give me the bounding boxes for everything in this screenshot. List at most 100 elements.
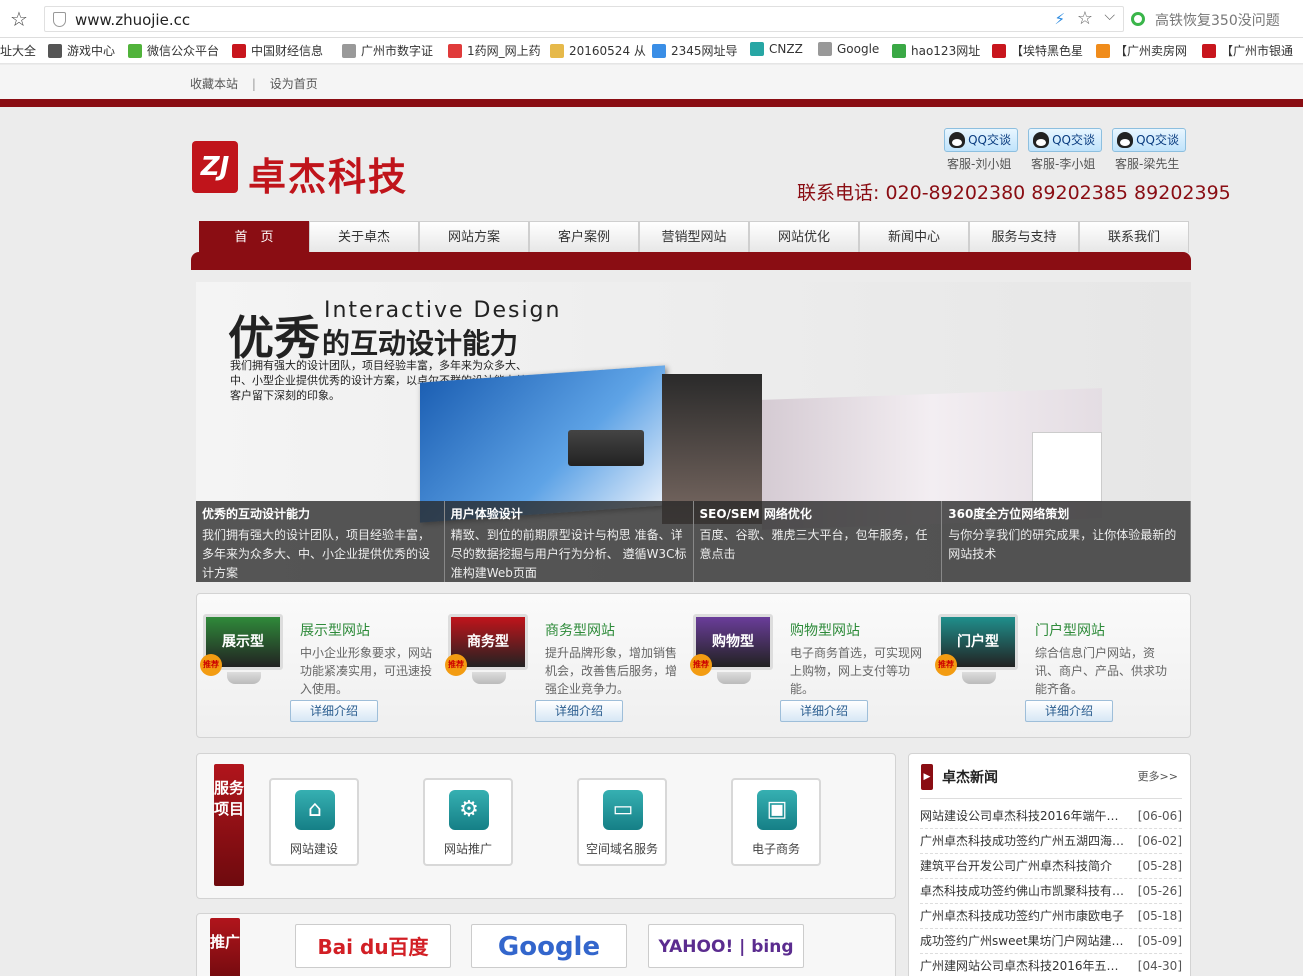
news-item[interactable]: 广州建网站公司卓杰科技2016年五一放假通知 [04-30] [920,954,1182,976]
bookmark-label: 1药网_网上药 [467,44,541,58]
nav-home[interactable]: 首 页 [199,221,309,253]
chevron-down-icon[interactable]: ⌵ [1104,8,1115,24]
bookmark-label: CNZZ [769,42,803,56]
yao-icon [448,43,462,58]
hot-badge-icon: 推荐 [690,654,712,676]
nav-solutions[interactable]: 网站方案 [419,221,529,253]
bookmark-label: 2345网址导 [671,44,738,58]
detail-button[interactable]: 详细介绍 [780,700,868,722]
search-box[interactable]: 高铁恢复350没问题 [1125,6,1303,32]
news-item-title[interactable]: 广州建网站公司卓杰科技2016年五一放假通知 [920,954,1130,976]
logo-text[interactable]: 卓杰科技 [248,146,408,201]
service-item[interactable]: ⚙ 网站推广 [423,778,513,866]
banner-caption-1[interactable]: 优秀的互动设计能力 我们拥有强大的设计团队，项目经验丰富，多年来为众多大、中、小… [196,501,445,582]
qq-chat-button-3[interactable]: QQ交谈 [1112,128,1186,152]
nav-seo[interactable]: 网站优化 [749,221,859,253]
bookmark-item[interactable]: 【广州市银通 [1202,42,1293,59]
lightning-icon[interactable]: ⚡ [1054,10,1065,28]
bookmark-item[interactable]: 20160524 从 [550,42,646,59]
url-field[interactable]: www.zhuojie.cc ⚡ ☆ ⌵ [44,6,1124,32]
nav-marketing-site[interactable]: 营销型网站 [639,221,749,253]
page-icon [342,43,356,58]
news-item-date: [04-30] [1137,959,1182,973]
product-card: 购物型 推荐 购物型网站 电子商务首选，可实现网上购物，网上支付等功能。 详细介绍 [687,594,932,739]
news-item[interactable]: 广州卓杰科技成功签约广州五湖四海商贸 [06-02] [920,829,1182,854]
product-description: 提升品牌形象，增加销售机会，改善售后服务，增强企业竞争力。 [545,646,678,696]
add-favorite-link[interactable]: 收藏本站 [190,77,238,91]
yahoo-bing-logo[interactable]: YAHOO! | bing [648,924,804,968]
banner-caption-3[interactable]: SEO/SEM 网络优化 百度、谷歌、雅虎三大平台，包年服务，任意点击 [693,501,943,582]
bookmark-item[interactable]: 2345网址导 [652,42,738,59]
bookmark-item[interactable]: 1药网_网上药 [448,42,541,59]
address-bar: ☆ www.zhuojie.cc ⚡ ☆ ⌵ 高铁恢复350没问题 [0,0,1303,38]
product-title[interactable]: 商务型网站 [545,620,615,640]
bookmark-label: 20160524 从 [569,44,646,58]
news-item[interactable]: 卓杰科技成功签约佛山市凯聚科技有限公司 [05-26] [920,879,1182,904]
logo-icon[interactable]: ZJ [192,141,238,193]
news-item[interactable]: 成功签约广州sweet果坊门户网站建设项目 [05-09] [920,929,1182,954]
search-text: 高铁恢复350没问题 [1155,13,1280,29]
news-item-date: [05-26] [1137,884,1182,898]
news-more-link[interactable]: 更多>> [1138,768,1178,784]
qq-chat-button-1[interactable]: QQ交谈 [944,128,1018,152]
product-title[interactable]: 购物型网站 [790,620,860,640]
news-item-title[interactable]: 建筑平台开发公司广州卓杰科技简介 [920,854,1130,879]
bookmark-item[interactable]: hao123网址 [892,42,980,59]
bookmark-item[interactable]: 【埃特黑色星 [992,42,1083,59]
news-item[interactable]: 广州卓杰科技成功签约广州市康欧电子 [05-18] [920,904,1182,929]
page-icon [818,42,832,56]
product-title[interactable]: 展示型网站 [300,620,370,640]
news-item-title[interactable]: 广州卓杰科技成功签约广州五湖四海商贸 [920,829,1130,854]
monitor-stand-icon [717,672,751,684]
news-title: 卓杰新闻 [942,770,998,786]
product-description: 电子商务首选，可实现网上购物，网上支付等功能。 [790,646,923,696]
promotion-title: 推广 [210,918,240,976]
bookmark-item[interactable]: CNZZ [750,42,803,56]
qq-chat-button-2[interactable]: QQ交谈 [1028,128,1102,152]
bookmark-item[interactable]: 微信公众平台 [128,42,219,59]
service-item[interactable]: ⌂ 网站建设 [269,778,359,866]
set-homepage-link[interactable]: 设为首页 [270,77,318,91]
nav-support[interactable]: 服务与支持 [969,221,1079,253]
news-item[interactable]: 网站建设公司卓杰科技2016年端午节放假通知 [06-06] [920,804,1182,829]
banner-caption-2[interactable]: 用户体验设计 精致、到位的前期原型设计与构思 准备、详尽的数据挖掘与用户行为分析… [444,501,694,582]
bookmark-item[interactable]: 广州市数字证 [342,42,433,59]
banner-subtitle: 的互动设计能力 [322,327,519,360]
favorite-star-icon[interactable]: ☆ [1077,8,1093,29]
bookmark-item[interactable]: 中国财经信息 [232,42,323,59]
qq-penguin-icon [949,132,965,148]
hot-badge-icon: 推荐 [200,654,222,676]
folder-icon [550,43,564,58]
detail-button[interactable]: 详细介绍 [290,700,378,722]
bookmark-item[interactable]: 游戏中心 [48,42,115,59]
detail-button[interactable]: 详细介绍 [535,700,623,722]
nav-cases[interactable]: 客户案例 [529,221,639,253]
nav-about[interactable]: 关于卓杰 [309,221,419,253]
product-title[interactable]: 门户型网站 [1035,620,1105,640]
nav-news[interactable]: 新闻中心 [859,221,969,253]
news-item-title[interactable]: 卓杰科技成功签约佛山市凯聚科技有限公司 [920,879,1130,904]
news-item[interactable]: 建筑平台开发公司广州卓杰科技简介 [05-28] [920,854,1182,879]
news-item-title[interactable]: 网站建设公司卓杰科技2016年端午节放假通知 [920,804,1130,829]
hero-banner[interactable]: 优秀 Interactive Design 的互动设计能力 我们拥有强大的设计团… [196,282,1191,582]
nav-contact[interactable]: 联系我们 [1079,221,1189,253]
gamepad-icon [48,43,62,58]
bookmark-star-icon[interactable]: ☆ [8,8,30,30]
news-item-title[interactable]: 广州卓杰科技成功签约广州市康欧电子 [920,904,1130,929]
service-item[interactable]: ▭ 空间域名服务 [577,778,667,866]
divider [920,798,1182,799]
promotion-section: 推广 Bai du百度 Google YAHOO! | bing [196,913,896,976]
service-label: 网站推广 [443,842,492,856]
product-card: 商务型 推荐 商务型网站 提升品牌形象，增加销售机会，改善售后服务，增强企业竞争力。详… [442,594,687,739]
bookmark-item[interactable]: 址大全 [0,42,36,59]
google-logo[interactable]: Google [471,924,627,968]
banner-caption-4[interactable]: 360度全方位网络策划 与你分享我们的研究成果，让你体验最新的网站技术 [942,501,1191,582]
baidu-logo[interactable]: Bai du百度 [295,924,451,968]
cfi-icon [232,43,246,58]
qq-service-name: 客服-梁先生 [1115,157,1180,171]
bookmark-item[interactable]: Google [818,42,879,56]
service-item[interactable]: ▣ 电子商务 [731,778,821,866]
detail-button[interactable]: 详细介绍 [1025,700,1113,722]
bookmark-item[interactable]: 【广州卖房网 [1096,42,1187,59]
news-item-title[interactable]: 成功签约广州sweet果坊门户网站建设项目 [920,929,1130,954]
